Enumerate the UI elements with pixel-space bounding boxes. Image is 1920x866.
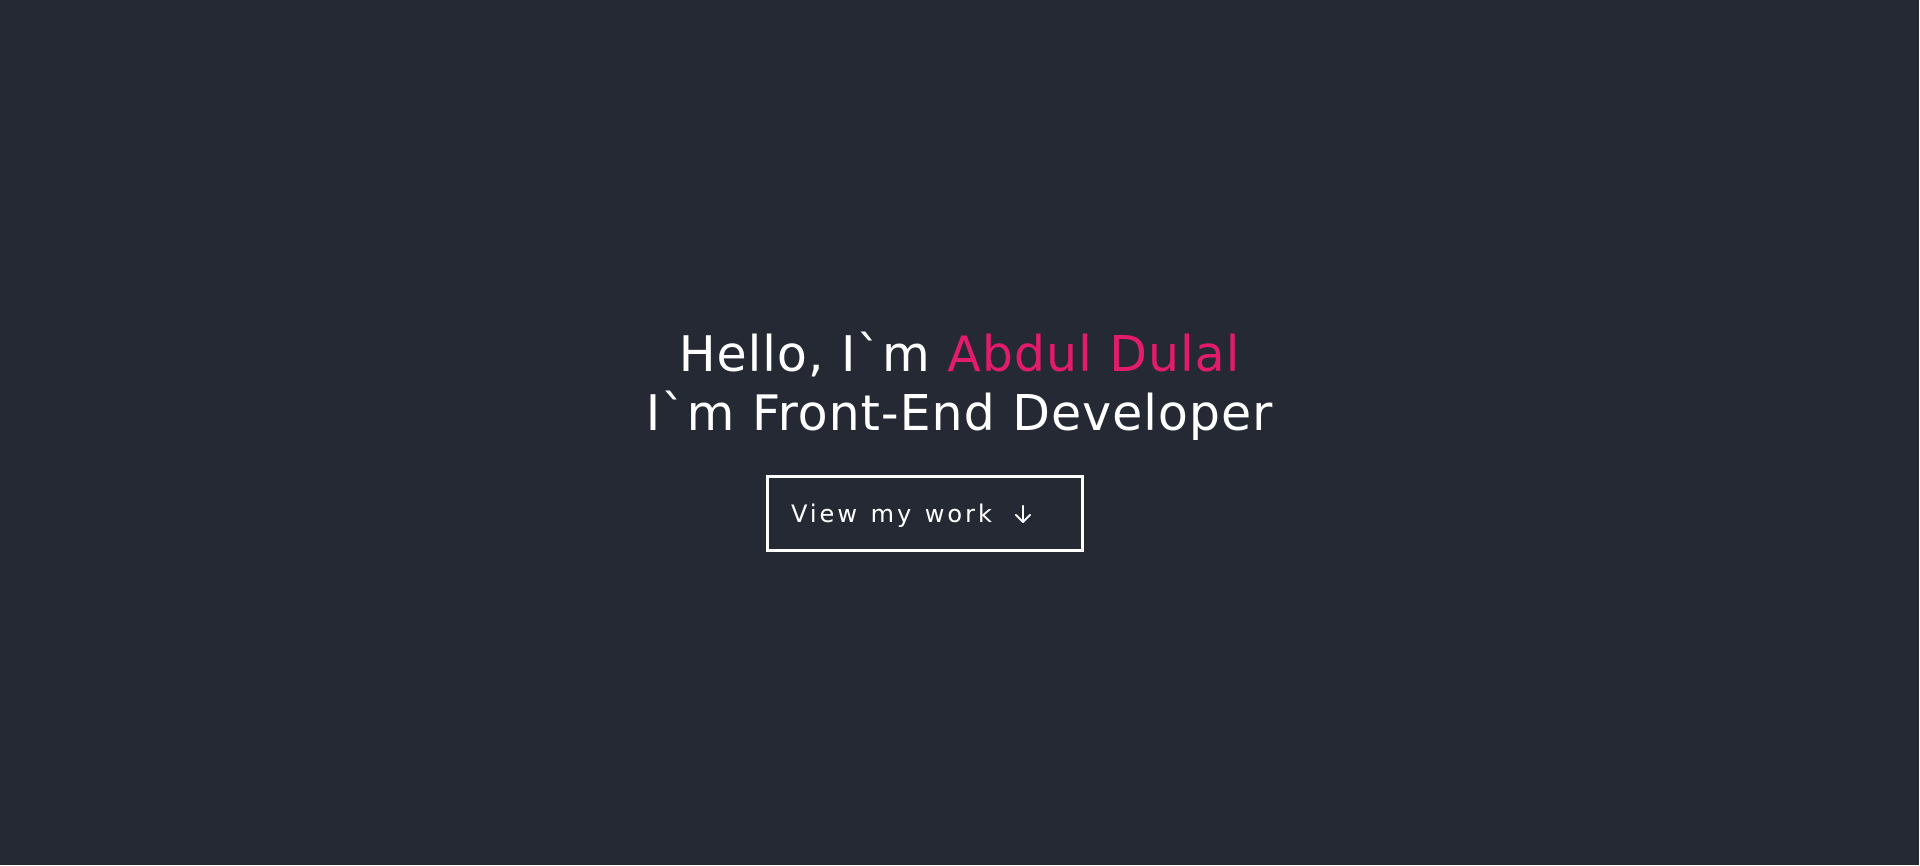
hero-section: Hello, I`m Abdul Dulal I`m Front-End Dev…	[0, 0, 1919, 865]
name-text: Abdul Dulal	[947, 326, 1241, 383]
arrow-down-icon	[1011, 502, 1035, 526]
greeting-text: Hello, I`m	[678, 326, 948, 383]
view-my-work-button[interactable]: View my work	[766, 475, 1084, 552]
hero-headline: Hello, I`m Abdul Dulal I`m Front-End Dev…	[0, 325, 1919, 443]
greeting-line: Hello, I`m Abdul Dulal	[0, 325, 1919, 384]
role-text: I`m Front-End Developer	[645, 385, 1274, 442]
view-my-work-label: View my work	[791, 499, 995, 528]
